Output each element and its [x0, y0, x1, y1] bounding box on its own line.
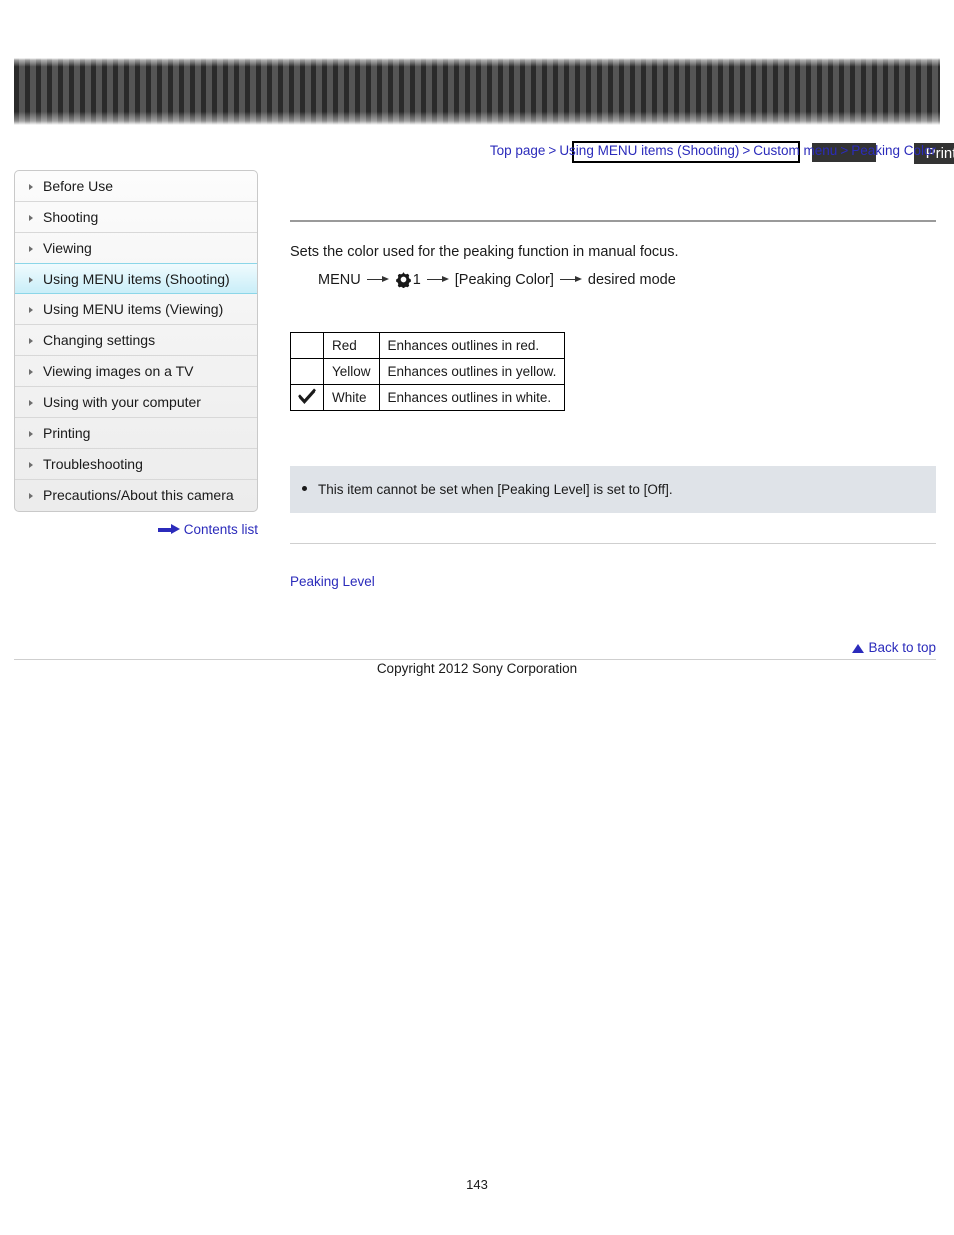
sidebar-item-label: Viewing images on a TV — [43, 363, 194, 379]
check-icon — [298, 388, 316, 404]
sidebar-item-label: Using with your computer — [43, 394, 201, 410]
main-content: Sets the color used for the peaking func… — [290, 170, 936, 591]
chevron-right-icon — [29, 369, 33, 375]
table-row: Red Enhances outlines in red. — [290, 332, 566, 359]
sidebar-item-label: Printing — [43, 425, 91, 441]
sidebar-item-label: Before Use — [43, 178, 114, 194]
chevron-right-icon — [29, 215, 33, 221]
chevron-right-icon — [29, 246, 33, 252]
row-desc-cell: Enhances outlines in red. — [378, 332, 566, 359]
sidebar-item-precautions-about-this-camera[interactable]: Precautions/About this camera — [15, 480, 257, 511]
sidebar-item-shooting[interactable]: Shooting — [15, 202, 257, 233]
breadcrumb-separator: > — [840, 143, 849, 158]
sidebar-item-using-with-your-computer[interactable]: Using with your computer — [15, 387, 257, 418]
row-check-cell — [290, 332, 324, 359]
contents-list-label: Contents list — [183, 522, 258, 537]
arrow-right-icon — [426, 275, 449, 284]
chevron-right-icon — [29, 431, 33, 437]
sidebar-item-viewing-images-on-a-tv[interactable]: Viewing images on a TV — [15, 356, 257, 387]
related-link-peaking-level[interactable]: Peaking Level — [290, 574, 375, 589]
contents-list-link[interactable]: Contents list — [14, 522, 258, 537]
chevron-right-icon — [29, 400, 33, 406]
breadcrumb-item-peaking-color[interactable]: Peaking Color — [851, 143, 936, 158]
table-row: White Enhances outlines in white. — [290, 384, 566, 411]
sidebar-item-label: Changing settings — [43, 332, 156, 348]
arrow-right-icon — [157, 524, 180, 534]
chevron-right-icon — [29, 462, 33, 468]
breadcrumb-separator: > — [548, 143, 557, 158]
sidebar-item-troubleshooting[interactable]: Troubleshooting — [15, 449, 257, 480]
menu-path-item: [Peaking Color] — [454, 271, 554, 288]
copyright-text: Copyright 2012 Sony Corporation — [376, 661, 578, 676]
back-to-top-label: Back to top — [868, 640, 936, 655]
header-banner: Print — [14, 58, 954, 166]
sidebar-item-label: Viewing — [43, 240, 92, 256]
chevron-right-icon — [29, 307, 33, 313]
chevron-right-icon — [29, 338, 33, 344]
sidebar-item-changing-settings[interactable]: Changing settings — [15, 325, 257, 356]
arrow-right-icon — [366, 275, 389, 284]
bullet-icon — [302, 486, 307, 491]
page-number: 143 — [466, 1177, 488, 1192]
note-text: This item cannot be set when [Peaking Le… — [318, 482, 673, 497]
gear-icon — [395, 271, 412, 288]
sidebar: Before Use Shooting Viewing Using MENU i… — [14, 170, 258, 512]
note-line: This item cannot be set when [Peaking Le… — [290, 482, 936, 497]
menu-path-end: desired mode — [587, 271, 676, 288]
breadcrumb-item-top-page[interactable]: Top page — [490, 143, 546, 158]
sidebar-item-using-menu-items-viewing[interactable]: Using MENU items (Viewing) — [15, 294, 257, 325]
sidebar-item-label: Shooting — [43, 209, 99, 225]
back-to-top-link[interactable]: Back to top — [290, 640, 936, 655]
breadcrumb-separator: > — [742, 143, 751, 158]
intro-text: Sets the color used for the peaking func… — [290, 244, 679, 260]
sidebar-item-label: Using MENU items (Viewing) — [43, 301, 224, 317]
breadcrumb: Top page > Using MENU items (Shooting) > Cus… — [490, 143, 936, 158]
footer-divider — [14, 659, 936, 660]
breadcrumb-item-using-menu-items-shooting[interactable]: Using MENU items (Shooting) — [559, 143, 739, 158]
row-name-cell: Red — [323, 332, 380, 359]
content-top-divider — [290, 220, 936, 222]
chevron-right-icon — [29, 277, 33, 283]
sidebar-item-viewing[interactable]: Viewing — [15, 233, 257, 264]
menu-path-gear-number: 1 — [412, 271, 421, 288]
triangle-up-icon — [852, 644, 865, 653]
chevron-right-icon — [29, 493, 33, 499]
row-desc-cell: Enhances outlines in yellow. — [378, 358, 566, 385]
row-desc-cell: Enhances outlines in white. — [378, 384, 566, 411]
breadcrumb-item-custom-menu[interactable]: Custom menu — [753, 143, 837, 158]
menu-path: MENU 1 [Peaking Color] desired mode — [290, 271, 936, 288]
sidebar-item-printing[interactable]: Printing — [15, 418, 257, 449]
sidebar-item-using-menu-items-shooting[interactable]: Using MENU items (Shooting) — [15, 263, 257, 294]
note-box: This item cannot be set when [Peaking Le… — [290, 466, 936, 513]
sidebar-item-label: Precautions/About this camera — [43, 487, 234, 503]
menu-path-start: MENU — [318, 271, 361, 288]
row-check-cell — [290, 384, 324, 411]
sidebar-item-before-use[interactable]: Before Use — [15, 171, 257, 202]
content-bottom-divider — [290, 543, 936, 544]
arrow-right-icon — [559, 275, 582, 284]
options-table: Red Enhances outlines in red. Yellow Enh… — [290, 332, 566, 411]
sidebar-item-label: Troubleshooting — [43, 456, 143, 472]
table-row: Yellow Enhances outlines in yellow. — [290, 358, 566, 385]
row-check-cell — [290, 358, 324, 385]
sidebar-item-label: Using MENU items (Shooting) — [43, 271, 230, 287]
chevron-right-icon — [29, 184, 33, 190]
row-name-cell: White — [323, 384, 380, 411]
row-name-cell: Yellow — [323, 358, 380, 385]
